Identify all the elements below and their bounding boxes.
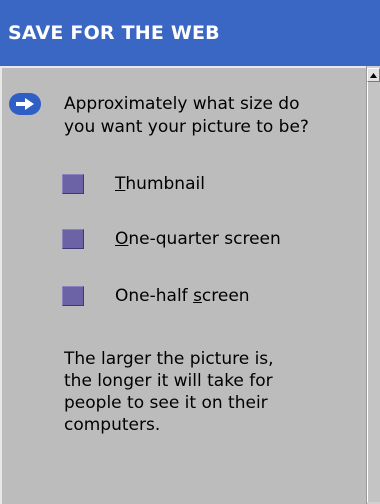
option-label: One-quarter screen [115,229,281,249]
size-question: Approximately what size do you want your… [64,93,366,139]
option-bullet-icon [62,286,84,306]
option-bullet-icon [62,229,84,249]
option-label: One-half screen [115,286,250,306]
option-label: Thumbnail [115,174,205,194]
note-line-3: people to see it on their [64,393,268,413]
size-note: The larger the picture is, the longer it… [64,348,364,436]
task-pane: Approximately what size do you want your… [0,66,366,504]
note-line-2: the longer it will take for [64,371,273,391]
panel-title: SAVE FOR THE WEB [8,22,220,44]
note-line-1: The larger the picture is, [64,349,274,369]
panel-header: SAVE FOR THE WEB [0,0,380,66]
vertical-scrollbar[interactable] [366,66,380,504]
option-thumbnail[interactable]: Thumbnail [62,174,205,194]
question-line-2: you want your picture to be? [64,117,309,137]
scrollbar-thumb[interactable] [367,82,380,502]
option-one-quarter-screen[interactable]: One-quarter screen [62,229,281,249]
arrow-right-icon [9,93,41,115]
question-line-1: Approximately what size do [64,94,300,114]
note-line-4: computers. [64,415,161,435]
option-bullet-icon [62,174,84,194]
scroll-up-arrow-icon[interactable] [367,68,380,82]
option-one-half-screen[interactable]: One-half screen [62,286,250,306]
